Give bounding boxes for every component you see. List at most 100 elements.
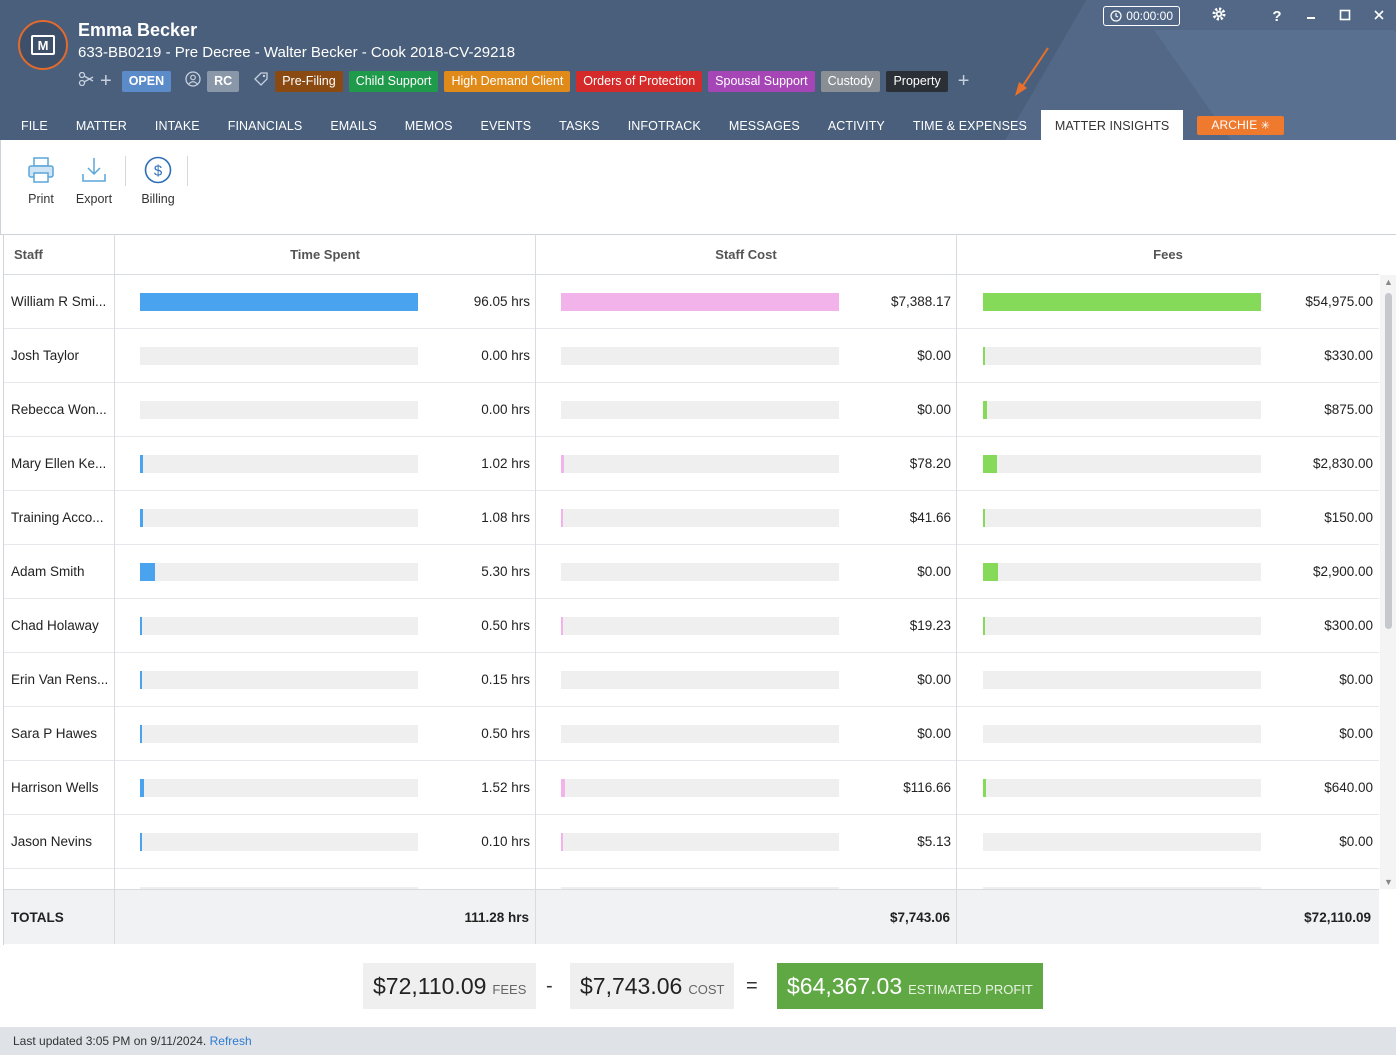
- tag-high-demand-client[interactable]: High Demand Client: [444, 70, 571, 92]
- tab-infotrack[interactable]: INFOTRACK: [614, 110, 715, 140]
- tab-file[interactable]: FILE: [0, 110, 62, 140]
- matter-header: M Emma Becker 633-BB0219 - Pre Decree - …: [0, 0, 1396, 140]
- scroll-down-icon[interactable]: ▼: [1384, 877, 1393, 887]
- fees-bar-fill: [983, 617, 985, 635]
- matter-description: 633-BB0219 - Pre Decree - Walter Becker …: [78, 44, 516, 61]
- status-badge[interactable]: OPEN: [121, 70, 172, 92]
- status-bar: Last updated 3:05 PM on 9/11/2024. Refre…: [0, 1027, 1396, 1055]
- add-tag-icon[interactable]: +: [958, 71, 970, 91]
- tag-spousal-support[interactable]: Spousal Support: [708, 70, 815, 92]
- tag-custody[interactable]: Custody: [820, 70, 881, 92]
- table-row[interactable]: Harrison Wells 1.52 hrs $116.66 $640.00: [4, 761, 1379, 815]
- tag-pre-filing[interactable]: Pre-Filing: [275, 70, 343, 92]
- column-header-time-spent[interactable]: Time Spent: [115, 234, 535, 274]
- tag-orders-of-protection[interactable]: Orders of Protection: [576, 70, 703, 92]
- cost-value: $0.00: [917, 564, 951, 579]
- table-row[interactable]: William R Smi... 96.05 hrs $7,388.17 $54,97…: [4, 275, 1379, 329]
- table-row[interactable]: [4, 869, 1379, 889]
- tab-time-expenses[interactable]: TIME & EXPENSES: [899, 110, 1041, 140]
- tab-activity[interactable]: ACTIVITY: [814, 110, 899, 140]
- cost-bar-track: [561, 293, 839, 311]
- column-header-staff-cost[interactable]: Staff Cost: [536, 234, 956, 274]
- tab-financials[interactable]: FINANCIALS: [214, 110, 317, 140]
- fees-value: [1263, 869, 1373, 889]
- scrollbar-thumb[interactable]: [1385, 293, 1392, 629]
- fees-bar-track: [983, 455, 1261, 473]
- column-header-fees[interactable]: Fees: [957, 234, 1379, 274]
- scroll-up-icon[interactable]: ▲: [1384, 277, 1393, 287]
- staff-name: [11, 869, 111, 889]
- time-value: [420, 869, 530, 889]
- tab-matter[interactable]: MATTER: [62, 110, 141, 140]
- gear-icon[interactable]: [1202, 6, 1236, 26]
- fees-value: $2,830.00: [1312, 456, 1373, 471]
- timer-button[interactable]: 00:00:00: [1103, 6, 1180, 26]
- maximize-icon[interactable]: [1328, 8, 1362, 25]
- table-row[interactable]: Josh Taylor 0.00 hrs $0.00 $330.00: [4, 329, 1379, 383]
- tab-tasks[interactable]: TASKS: [545, 110, 614, 140]
- add-icon[interactable]: +: [100, 71, 112, 91]
- cost-value: $19.23: [909, 618, 951, 633]
- table-scrollbar[interactable]: ▲ ▼: [1380, 275, 1396, 889]
- time-value: 1.52 hrs: [481, 780, 530, 795]
- time-bar-track: [140, 401, 418, 419]
- tag-child-support[interactable]: Child Support: [348, 70, 439, 92]
- tab-messages[interactable]: MESSAGES: [715, 110, 814, 140]
- export-button[interactable]: Export: [73, 154, 115, 206]
- time-bar-fill: [140, 833, 142, 851]
- table-row[interactable]: Jason Nevins 0.10 hrs $5.13 $0.00: [4, 815, 1379, 869]
- table-row[interactable]: Adam Smith 5.30 hrs $0.00 $2,900.00: [4, 545, 1379, 599]
- staff-name: Chad Holaway: [11, 618, 99, 633]
- fees-bar-track: [983, 779, 1261, 797]
- total-time: 111.28 hrs: [464, 910, 529, 925]
- time-bar-track: [140, 509, 418, 527]
- total-cost: $7,743.06: [889, 910, 950, 925]
- fees-value: $0.00: [1339, 726, 1373, 741]
- printer-icon: [28, 157, 54, 183]
- tab-intake[interactable]: INTAKE: [141, 110, 214, 140]
- help-button[interactable]: ?: [1260, 8, 1294, 25]
- minimize-icon[interactable]: [1294, 8, 1328, 25]
- app-logo-icon[interactable]: M: [18, 20, 68, 70]
- tab-memos[interactable]: MEMOS: [391, 110, 467, 140]
- table-row[interactable]: Rebecca Won... 0.00 hrs $0.00 $875.00: [4, 383, 1379, 437]
- tag-property[interactable]: Property: [886, 70, 948, 92]
- staff-name: Harrison Wells: [11, 780, 99, 795]
- cost-bar-track: [561, 509, 839, 527]
- time-bar-track: [140, 725, 418, 743]
- table-row[interactable]: Mary Ellen Ke... 1.02 hrs $78.20 $2,830.00: [4, 437, 1379, 491]
- table-row[interactable]: Chad Holaway 0.50 hrs $19.23 $300.00: [4, 599, 1379, 653]
- billing-button[interactable]: $ Billing: [137, 154, 179, 206]
- column-header-staff[interactable]: Staff: [14, 234, 114, 274]
- tab-emails[interactable]: EMAILS: [316, 110, 390, 140]
- staff-name: Mary Ellen Ke...: [11, 456, 107, 471]
- tab-events[interactable]: EVENTS: [467, 110, 546, 140]
- total-fees: $72,110.09: [1304, 910, 1371, 925]
- print-button[interactable]: Print: [21, 154, 61, 206]
- staff-name: Rebecca Won...: [11, 402, 107, 417]
- dollar-icon: $: [144, 156, 172, 184]
- cost-summary-box: $7,743.06 COST: [570, 963, 735, 1009]
- people-link-icon[interactable]: [78, 71, 94, 90]
- table-row[interactable]: Training Acco... 1.08 hrs $41.66 $150.00: [4, 491, 1379, 545]
- cost-bar-track: [561, 401, 839, 419]
- assigned-initials-badge[interactable]: RC: [207, 70, 240, 92]
- profit-summary-box: $64,367.03 ESTIMATED PROFIT: [777, 963, 1043, 1009]
- cost-label: COST: [688, 982, 725, 997]
- archie-button[interactable]: ARCHIE ✳: [1197, 116, 1285, 135]
- tab-matter-insights[interactable]: MATTER INSIGHTS: [1040, 110, 1184, 140]
- time-value: 1.02 hrs: [481, 456, 530, 471]
- profit-label: ESTIMATED PROFIT: [908, 982, 1033, 997]
- table-row[interactable]: Sara P Hawes 0.50 hrs $0.00 $0.00: [4, 707, 1379, 761]
- time-bar-track: [140, 617, 418, 635]
- fees-value: $150.00: [1324, 510, 1373, 525]
- refresh-link[interactable]: Refresh: [210, 1034, 252, 1048]
- archie-label: ARCHIE: [1211, 118, 1258, 132]
- tag-icon[interactable]: [253, 71, 269, 91]
- table-row[interactable]: Erin Van Rens... 0.15 hrs $0.00 $0.00: [4, 653, 1379, 707]
- fees-bar-track: [983, 347, 1261, 365]
- staff-name: Training Acco...: [11, 510, 104, 525]
- svg-text:$: $: [154, 163, 163, 180]
- billing-label: Billing: [141, 192, 175, 206]
- close-icon[interactable]: [1362, 8, 1396, 25]
